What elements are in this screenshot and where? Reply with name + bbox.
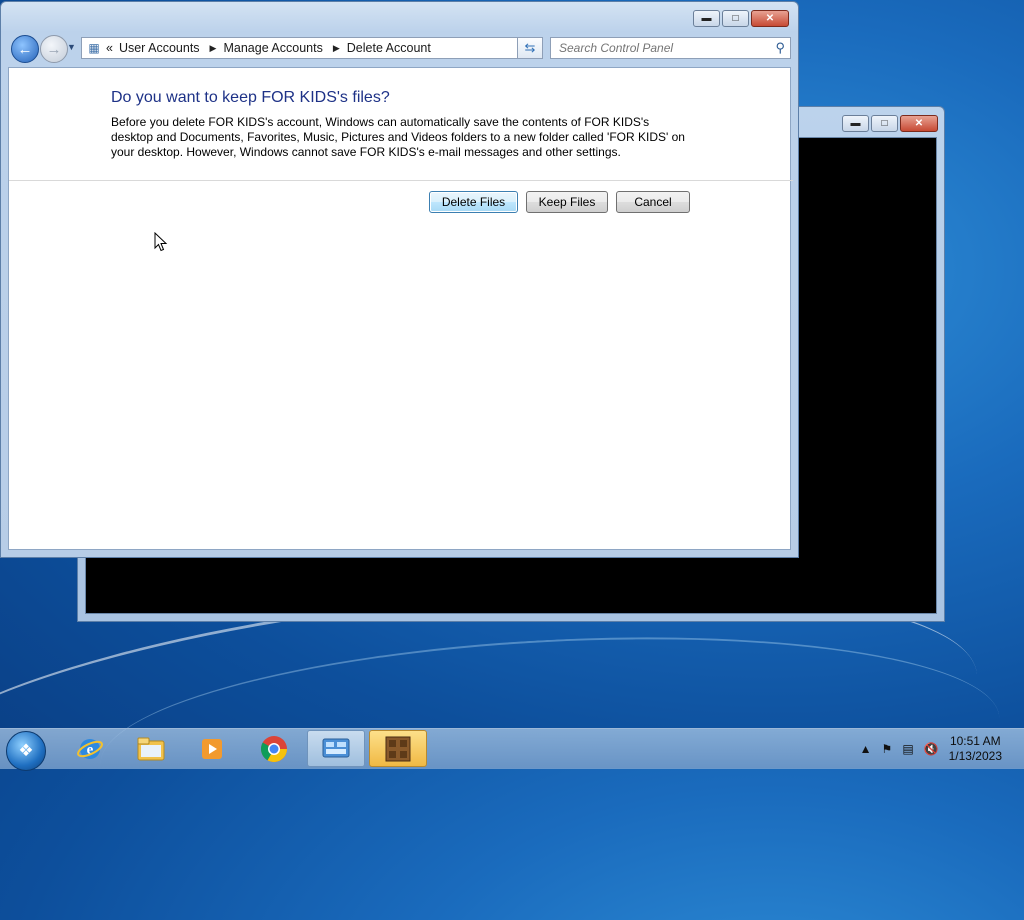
action-center-flag-icon[interactable]: ⚑ (882, 742, 893, 756)
keep-files-button[interactable]: Keep Files (526, 191, 608, 213)
close-button[interactable]: ✕ (751, 10, 789, 27)
page-title: Do you want to keep FOR KIDS's files? (111, 89, 390, 106)
back-button[interactable]: ← (11, 35, 39, 63)
taskbar: ❖ e ▲ ⚑ ▤ 🔇 10:51 AM 1/13/2023 (0, 728, 1024, 771)
breadcrumb-overflow[interactable]: « (106, 41, 113, 55)
cancel-button[interactable]: Cancel (616, 191, 690, 213)
divider (9, 180, 793, 181)
show-hidden-icons-icon[interactable]: ▲ (860, 742, 872, 756)
breadcrumb-delete-account[interactable]: Delete Account (347, 41, 431, 55)
background-window-caption-buttons: ▬ □ ✕ (842, 115, 938, 132)
taskbar-internet-explorer[interactable]: e (61, 730, 119, 767)
minecraft-icon (383, 734, 413, 764)
chevron-right-icon[interactable]: ▶ (333, 43, 340, 54)
internet-explorer-icon: e (75, 734, 105, 764)
taskbar-media-player[interactable] (183, 730, 241, 767)
search-input[interactable] (557, 40, 761, 56)
taskbar-minecraft[interactable] (369, 730, 427, 767)
clock-date: 1/13/2023 (948, 749, 1002, 763)
file-explorer-icon (136, 734, 166, 764)
minimize-button[interactable]: ▬ (693, 10, 720, 27)
control-panel-icon: ▦ (88, 41, 100, 55)
breadcrumb-user-accounts[interactable]: User Accounts (119, 41, 200, 55)
breadcrumb-manage-accounts[interactable]: Manage Accounts (223, 41, 322, 55)
recent-pages-dropdown-icon[interactable]: ▼ (67, 42, 76, 52)
system-tray: ▲ ⚑ ▤ 🔇 10:51 AM 1/13/2023 (860, 729, 1024, 769)
maximize-button[interactable]: □ (722, 10, 749, 27)
search-box[interactable]: ⚲ (550, 37, 791, 59)
media-player-icon (197, 734, 227, 764)
control-panel-window[interactable]: ▬ □ ✕ ← → ▼ ▦ « User Accounts ▶ Manage A… (0, 1, 799, 558)
content-pane: Do you want to keep FOR KIDS's files? Be… (8, 67, 793, 550)
minimize-button[interactable]: ▬ (842, 115, 869, 132)
start-button[interactable]: ❖ (6, 731, 46, 771)
taskbar-chrome[interactable] (245, 730, 303, 767)
forward-button[interactable]: → (40, 35, 68, 63)
refresh-button[interactable]: ⇆ (517, 37, 543, 59)
clock-time: 10:51 AM (949, 734, 1001, 748)
window-caption-buttons: ▬ □ ✕ (693, 10, 789, 27)
chrome-icon (259, 734, 289, 764)
clock[interactable]: 10:51 AM 1/13/2023 (949, 734, 1002, 764)
maximize-button[interactable]: □ (871, 115, 898, 132)
chevron-right-icon[interactable]: ▶ (210, 43, 217, 54)
taskbar-control-panel[interactable] (307, 730, 365, 767)
volume-muted-icon[interactable]: 🔇 (924, 742, 939, 756)
description-text: Before you delete FOR KIDS's account, Wi… (111, 115, 685, 159)
search-icon[interactable]: ⚲ (775, 40, 785, 56)
control-panel-icon (321, 734, 351, 764)
network-icon[interactable]: ▤ (902, 742, 913, 756)
taskbar-file-explorer[interactable] (122, 730, 180, 767)
navigation-bar: ← → ▼ ▦ « User Accounts ▶ Manage Account… (9, 34, 791, 63)
mouse-cursor-icon (154, 232, 168, 252)
address-bar[interactable]: ▦ « User Accounts ▶ Manage Accounts ▶ De… (81, 37, 543, 59)
delete-files-button[interactable]: Delete Files (429, 191, 518, 213)
close-button[interactable]: ✕ (900, 115, 938, 132)
